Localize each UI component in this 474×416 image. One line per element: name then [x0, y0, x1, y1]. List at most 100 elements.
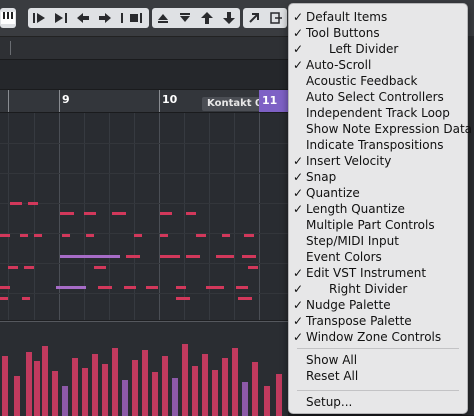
velocity-bar[interactable] — [264, 386, 270, 416]
menu-item-step-midi-input[interactable]: Step/MIDI Input — [289, 233, 467, 249]
down-triangle-icon[interactable] — [174, 8, 196, 28]
midi-note[interactable] — [236, 286, 248, 289]
midi-note[interactable] — [244, 234, 254, 237]
velocity-bar[interactable] — [2, 356, 8, 416]
menu-item-indicate-transpositions[interactable]: Indicate Transpositions — [289, 137, 467, 153]
menu-item-independent-track-loop[interactable]: Independent Track Loop — [289, 105, 467, 121]
move-up-icon[interactable] — [196, 8, 218, 28]
midi-note[interactable] — [216, 255, 234, 258]
menu-item-default-items[interactable]: ✓ Default Items — [289, 9, 467, 25]
cycle-end-icon[interactable] — [125, 8, 147, 28]
midi-note[interactable] — [146, 286, 158, 289]
midi-note[interactable] — [222, 234, 230, 237]
menu-item-show-all[interactable]: Show All — [289, 352, 467, 368]
menu-item-window-zone-controls[interactable]: ✓ Window Zone Controls — [289, 329, 467, 345]
locator-marker[interactable]: 11 — [259, 90, 288, 112]
velocity-bar[interactable] — [152, 372, 158, 416]
move-down-icon[interactable] — [218, 8, 240, 28]
midi-note[interactable] — [98, 286, 112, 289]
menu-item-show-note-expression-data[interactable]: Show Note Expression Data — [289, 121, 472, 137]
velocity-bar[interactable] — [202, 354, 208, 416]
midi-note[interactable] — [126, 255, 140, 258]
midi-note[interactable] — [238, 297, 252, 300]
velocity-bar[interactable] — [72, 358, 78, 416]
menu-item-length-quantize[interactable]: ✓ Length Quantize — [289, 201, 467, 217]
midi-note[interactable] — [124, 286, 136, 289]
velocity-bar[interactable] — [122, 380, 128, 416]
arrow-up-right-icon[interactable] — [243, 8, 265, 28]
velocity-bar[interactable] — [192, 366, 198, 416]
menu-item-insert-velocity[interactable]: ✓ Insert Velocity — [289, 153, 467, 169]
menu-item-nudge-palette[interactable]: ✓ Nudge Palette — [289, 297, 467, 313]
velocity-bar[interactable] — [162, 356, 168, 416]
piano-keyboard-icon[interactable] — [0, 8, 16, 28]
menu-item-acoustic-feedback[interactable]: Acoustic Feedback — [289, 73, 467, 89]
midi-note[interactable] — [20, 234, 28, 237]
velocity-bar[interactable] — [232, 348, 238, 416]
midi-note[interactable] — [28, 202, 38, 205]
menu-item-auto-scroll[interactable]: ✓ Auto-Scroll — [289, 57, 467, 73]
midi-note[interactable] — [62, 234, 70, 237]
velocity-bar[interactable] — [142, 350, 148, 416]
midi-note[interactable] — [248, 266, 258, 269]
midi-note[interactable] — [94, 266, 106, 269]
midi-note[interactable] — [86, 234, 94, 237]
up-triangle-icon[interactable] — [152, 8, 174, 28]
midi-note[interactable] — [22, 297, 30, 300]
velocity-bar[interactable] — [242, 382, 248, 416]
velocity-bar[interactable] — [102, 364, 108, 416]
midi-note[interactable] — [206, 286, 224, 289]
velocity-bar[interactable] — [14, 376, 20, 416]
midi-note[interactable] — [24, 266, 34, 269]
midi-note[interactable] — [8, 266, 18, 269]
midi-note[interactable] — [242, 255, 256, 258]
midi-note[interactable] — [56, 286, 86, 289]
menu-item-multiple-part-controls[interactable]: Multiple Part Controls — [289, 217, 467, 233]
menu-item-quantize[interactable]: ✓ Quantize — [289, 185, 467, 201]
midi-note[interactable] — [160, 255, 180, 258]
menu-item-event-colors[interactable]: Event Colors — [289, 249, 467, 265]
midi-note[interactable] — [160, 212, 172, 215]
midi-note[interactable] — [84, 212, 96, 215]
midi-note[interactable] — [134, 234, 142, 237]
menu-item-right-divider[interactable]: ✓ Right Divider — [289, 281, 467, 297]
midi-note[interactable] — [10, 202, 22, 205]
midi-note[interactable] — [186, 212, 196, 215]
menu-item-left-divider[interactable]: ✓ Left Divider — [289, 41, 467, 57]
menu-item-reset-all[interactable]: Reset All — [289, 368, 467, 384]
left-locator-icon[interactable] — [28, 8, 50, 28]
velocity-bar[interactable] — [62, 386, 68, 416]
velocity-bar[interactable] — [26, 352, 32, 416]
velocity-lane[interactable] — [0, 321, 288, 416]
menu-item-tool-buttons[interactable]: ✓ Tool Buttons — [289, 25, 467, 41]
velocity-bar[interactable] — [222, 358, 228, 416]
velocity-bar[interactable] — [172, 378, 178, 416]
midi-note[interactable] — [176, 286, 186, 289]
note-grid[interactable] — [0, 113, 288, 320]
midi-note[interactable] — [160, 234, 168, 237]
velocity-bar[interactable] — [92, 354, 98, 416]
velocity-bar[interactable] — [252, 362, 258, 416]
midi-note[interactable] — [196, 234, 206, 237]
midi-note[interactable] — [34, 234, 42, 237]
velocity-bar[interactable] — [132, 360, 138, 416]
menu-item-transpose-palette[interactable]: ✓ Transpose Palette — [289, 313, 467, 329]
previous-icon[interactable] — [72, 8, 94, 28]
menu-item-auto-select-controllers[interactable]: Auto Select Controllers — [289, 89, 467, 105]
velocity-bar[interactable] — [34, 361, 40, 416]
midi-note[interactable] — [0, 234, 10, 237]
midi-note[interactable] — [176, 297, 190, 300]
export-icon[interactable] — [265, 8, 287, 28]
next-icon[interactable] — [94, 8, 116, 28]
midi-note[interactable] — [60, 255, 120, 258]
velocity-bar[interactable] — [182, 344, 188, 416]
menu-item-edit-vst-instrument[interactable]: ✓ Edit VST Instrument — [289, 265, 467, 281]
right-locator-icon[interactable] — [50, 8, 72, 28]
midi-note[interactable] — [0, 297, 8, 300]
midi-note[interactable] — [186, 255, 200, 258]
velocity-bar[interactable] — [212, 370, 218, 416]
velocity-bar[interactable] — [52, 371, 58, 416]
midi-note[interactable] — [0, 286, 10, 289]
velocity-bar[interactable] — [42, 346, 48, 416]
velocity-bar[interactable] — [82, 368, 88, 416]
